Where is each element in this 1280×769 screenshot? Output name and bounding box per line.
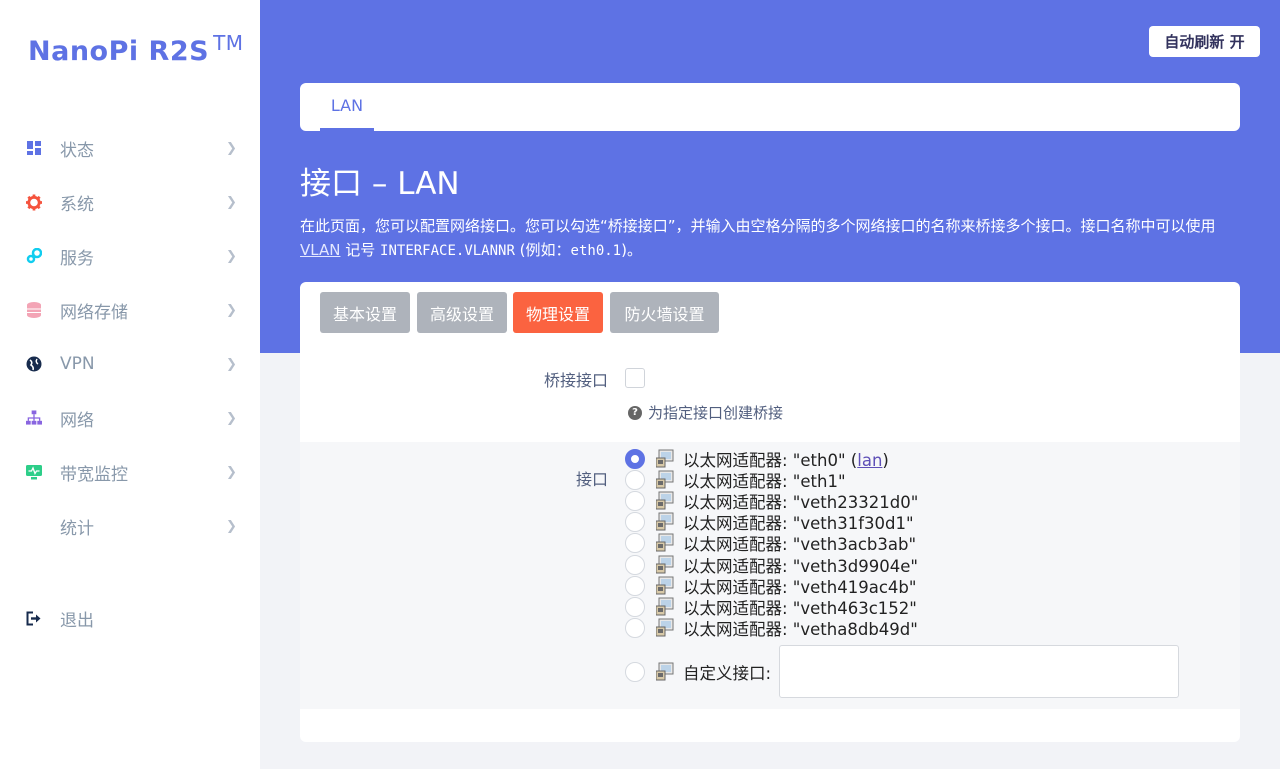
custom-interface-radio[interactable]: [625, 661, 645, 682]
sidebar-item-label: 统计: [60, 518, 94, 539]
sidebar-item-label: 网络: [60, 410, 94, 431]
ethernet-adapter-icon: [656, 533, 674, 552]
interface-radio[interactable]: [625, 532, 645, 553]
sidebar: NanoPi R2S TM 状态 ❯ 系统 ❯ 服务 ❯ 网络存储 ❯ VPN ❯: [0, 0, 260, 769]
gear-icon: [26, 194, 42, 210]
sidebar-item-services[interactable]: 服务 ❯: [0, 236, 260, 276]
vlan-link[interactable]: VLAN: [300, 241, 340, 259]
sidebar-item-label: 退出: [60, 610, 94, 631]
ethernet-adapter-icon: [656, 618, 674, 637]
ethernet-adapter-icon: [656, 512, 674, 531]
bridge-checkbox[interactable]: [625, 368, 645, 388]
desc-text-1: 在此页面，您可以配置网络接口。您可以勾选“桥接接口”，并输入由空格分隔的多个网络…: [300, 217, 1216, 235]
auto-refresh-button[interactable]: 自动刷新 开: [1149, 26, 1260, 57]
interface-radio[interactable]: [625, 511, 645, 532]
dashboard-icon: [26, 140, 42, 156]
sidebar-item-label: 系统: [60, 194, 94, 215]
sidebar-item-label: 状态: [60, 140, 94, 161]
sidebar-item-logout[interactable]: 退出: [0, 598, 260, 638]
sidebar-item-label: 网络存储: [60, 302, 128, 323]
ethernet-adapter-icon: [656, 662, 674, 681]
desc-text-2: 记号: [345, 241, 376, 259]
interface-option-label: 以太网适配器: "vetha8db49d": [683, 619, 918, 639]
ethernet-adapter-icon: [656, 491, 674, 510]
tab-basic-settings[interactable]: 基本设置: [320, 292, 410, 333]
logo[interactable]: NanoPi R2S TM: [28, 31, 244, 67]
chevron-right-icon: ❯: [226, 464, 237, 480]
tab-physical-settings[interactable]: 物理设置: [513, 292, 603, 333]
question-icon: ?: [628, 405, 642, 420]
sidebar-item-system[interactable]: 系统 ❯: [0, 182, 260, 222]
tab-bar: LAN: [300, 83, 1240, 131]
interface-option[interactable]: 以太网适配器: "veth463c152": [625, 596, 917, 618]
custom-interface-option[interactable]: 自定义接口:: [625, 661, 772, 683]
desc-text-4: )。: [621, 241, 642, 259]
interface-option[interactable]: 以太网适配器: "veth23321d0": [625, 490, 918, 512]
ethernet-adapter-icon: [656, 576, 674, 595]
sidebar-item-storage[interactable]: 网络存储 ❯: [0, 290, 260, 330]
settings-card: 基本设置 高级设置 物理设置 防火墙设置 桥接接口 ? 为指定接口创建桥接 接口…: [300, 282, 1240, 742]
sidebar-item-bandwidth[interactable]: 带宽监控 ❯: [0, 452, 260, 492]
sidebar-item-label: 服务: [60, 248, 94, 269]
interface-label: 接口: [575, 470, 608, 489]
sidebar-item-network[interactable]: 网络 ❯: [0, 398, 260, 438]
chevron-right-icon: ❯: [226, 518, 237, 534]
interface-option[interactable]: 以太网适配器: "vetha8db49d": [625, 617, 918, 639]
chevron-right-icon: ❯: [226, 356, 237, 372]
database-icon: [26, 302, 42, 318]
monitor-icon: [26, 464, 42, 480]
logo-text: NanoPi R2S: [28, 36, 210, 67]
interface-option[interactable]: 以太网适配器: "veth3d9904e": [625, 554, 918, 576]
bridge-hint-text: 为指定接口创建桥接: [648, 404, 784, 422]
bridge-hint: ? 为指定接口创建桥接: [628, 402, 783, 423]
chevron-right-icon: ❯: [226, 410, 237, 426]
desc-text-3: (例如：: [519, 241, 571, 259]
logout-icon: [26, 610, 42, 626]
interface-option[interactable]: 以太网适配器: "veth31f30d1": [625, 511, 914, 533]
tab-lan[interactable]: LAN: [320, 83, 374, 131]
network-icon: [26, 410, 42, 426]
interface-option[interactable]: 以太网适配器: "veth419ac4b": [625, 575, 916, 597]
page-title: 接口 – LAN: [300, 166, 460, 202]
interface-radio[interactable]: [625, 554, 645, 575]
interface-radio[interactable]: [625, 448, 645, 469]
interface-radio[interactable]: [625, 617, 645, 638]
tab-advanced-settings[interactable]: 高级设置: [417, 292, 507, 333]
chevron-right-icon: ❯: [226, 248, 237, 264]
interface-radio[interactable]: [625, 596, 645, 617]
sidebar-item-vpn[interactable]: VPN ❯: [0, 344, 260, 384]
ethernet-adapter-icon: [656, 555, 674, 574]
interface-radio[interactable]: [625, 575, 645, 596]
desc-example: eth0.1: [570, 243, 622, 259]
sidebar-item-statistics[interactable]: 统计 ❯: [0, 506, 260, 546]
sidebar-item-label: 带宽监控: [60, 464, 128, 485]
desc-code: INTERFACE.VLANNR: [380, 243, 515, 259]
interface-radio[interactable]: [625, 490, 645, 511]
ethernet-adapter-icon: [656, 470, 674, 489]
sidebar-item-label: VPN: [60, 354, 95, 374]
sidebar-item-status[interactable]: 状态 ❯: [0, 128, 260, 168]
interface-option[interactable]: 以太网适配器: "veth3acb3ab": [625, 532, 917, 554]
logo-tm: TM: [213, 31, 244, 55]
lan-link[interactable]: lan: [857, 451, 882, 470]
interface-option[interactable]: 以太网适配器: "eth1": [625, 469, 846, 491]
chevron-right-icon: ❯: [226, 302, 237, 318]
bridge-label: 桥接接口: [543, 371, 608, 390]
custom-interface-label: 自定义接口:: [683, 663, 772, 683]
ethernet-adapter-icon: [656, 597, 674, 616]
interface-section: 接口 以太网适配器: "eth0" (lan) 以太网适配器: "eth1" 以…: [300, 442, 1240, 709]
tab-firewall-settings[interactable]: 防火墙设置: [610, 292, 719, 333]
chevron-right-icon: ❯: [226, 194, 237, 210]
page-description: 在此页面，您可以配置网络接口。您可以勾选“桥接接口”，并输入由空格分隔的多个网络…: [300, 214, 1240, 263]
interface-option[interactable]: 以太网适配器: "eth0" (lan): [625, 448, 889, 470]
ethernet-adapter-icon: [656, 449, 674, 468]
interface-radio[interactable]: [625, 469, 645, 490]
services-icon: [26, 248, 42, 264]
chevron-right-icon: ❯: [226, 140, 237, 156]
interface-option-suffix: ): [882, 450, 889, 470]
interface-option-label: 以太网适配器: "veth3acb3ab": [683, 534, 917, 554]
globe-icon: [26, 356, 42, 372]
custom-interface-input[interactable]: [779, 645, 1179, 698]
